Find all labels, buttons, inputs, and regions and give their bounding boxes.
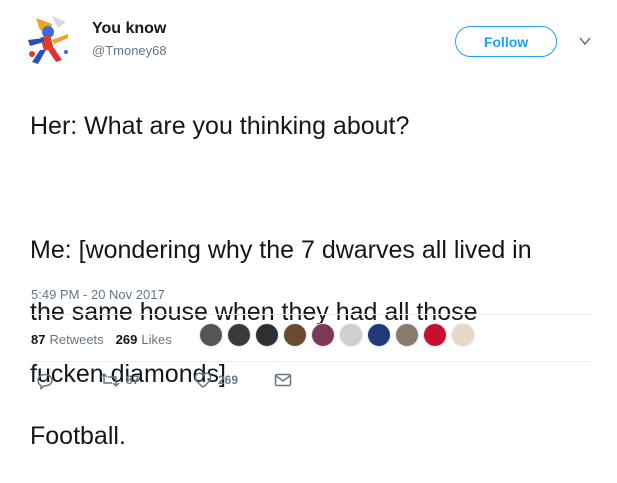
retweet-icon xyxy=(100,372,120,388)
reply-button[interactable] xyxy=(36,372,54,390)
liker-avatar[interactable] xyxy=(451,323,475,347)
reply-icon xyxy=(37,373,53,390)
liker-avatar[interactable] xyxy=(423,323,447,347)
liker-avatar[interactable] xyxy=(283,323,307,347)
heart-icon xyxy=(194,372,212,388)
user-handle[interactable]: @Tmoney68 xyxy=(92,43,167,58)
follow-button[interactable]: Follow xyxy=(455,26,557,57)
like-button[interactable]: 269 xyxy=(194,372,238,388)
likes-stat[interactable]: 269 Likes xyxy=(116,332,172,347)
tweet-line: Her: What are you thinking about? xyxy=(30,112,410,140)
retweet-count: 87 xyxy=(126,373,140,387)
tweet-line xyxy=(30,173,600,204)
liker-avatar[interactable] xyxy=(255,323,279,347)
user-name[interactable]: You know xyxy=(92,20,166,38)
liker-avatar[interactable] xyxy=(367,323,391,347)
likes-count: 269 xyxy=(115,331,138,347)
liker-avatars xyxy=(199,323,479,347)
envelope-icon xyxy=(274,373,292,387)
liker-avatar[interactable] xyxy=(199,323,223,347)
tweet-timestamp[interactable]: 5:49 PM - 20 Nov 2017 xyxy=(31,287,165,302)
retweets-stat[interactable]: 87 Retweets xyxy=(31,332,104,347)
like-count: 269 xyxy=(218,373,239,387)
tweet-text: Her: What are you thinking about? Me: [w… xyxy=(30,80,600,483)
direct-message-button[interactable] xyxy=(274,372,292,388)
divider xyxy=(30,361,590,362)
tweet-stats: 87 Retweets 269 Likes xyxy=(31,328,184,350)
retweet-button[interactable]: 87 xyxy=(100,372,139,388)
retweets-count: 87 xyxy=(31,331,46,347)
tweet-line: Me: [wondering why the 7 dwarves all liv… xyxy=(30,236,532,264)
retweets-label: Retweets xyxy=(49,331,104,347)
tweet-line: Football. xyxy=(30,422,126,450)
liker-avatar[interactable] xyxy=(339,323,363,347)
chevron-down-icon[interactable] xyxy=(578,34,592,48)
liker-avatar[interactable] xyxy=(227,323,251,347)
likes-label: Likes xyxy=(141,331,172,347)
liker-avatar[interactable] xyxy=(395,323,419,347)
divider xyxy=(30,314,590,315)
avatar[interactable] xyxy=(22,14,74,66)
liker-avatar[interactable] xyxy=(311,323,335,347)
